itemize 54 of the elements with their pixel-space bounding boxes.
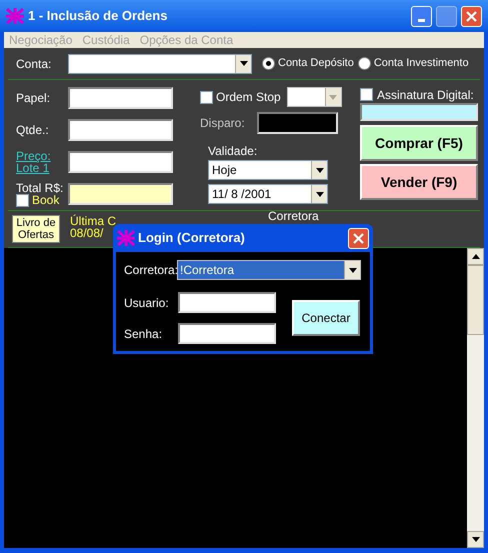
radio-button[interactable] — [358, 57, 371, 70]
user-field[interactable] — [178, 292, 276, 313]
account-dropdown[interactable] — [68, 54, 252, 74]
trigger-field[interactable] — [257, 112, 338, 134]
dialog-close-button[interactable] — [348, 228, 369, 248]
radio-button[interactable] — [262, 57, 275, 70]
price-field[interactable] — [68, 151, 173, 173]
stop-checkbox[interactable] — [200, 90, 213, 104]
lot-link[interactable]: Lote 1 — [16, 162, 50, 174]
signature-field[interactable] — [360, 103, 478, 121]
scroll-thumb[interactable] — [467, 265, 484, 335]
radio-label: Conta Investimento — [374, 56, 469, 72]
logo-icon — [117, 230, 135, 246]
scroll-down-icon[interactable] — [467, 531, 484, 548]
broker-label: Corretora — [268, 208, 319, 225]
password-field[interactable] — [178, 323, 276, 344]
window-title: 1 - Inclusão de Ordens — [28, 7, 168, 26]
connect-button[interactable]: Conectar — [292, 300, 360, 336]
validity-dropdown[interactable]: Hoje — [208, 160, 328, 180]
dialog-title: Login (Corretora) — [138, 229, 246, 248]
date-dropdown[interactable]: 11/ 8 /2001 — [208, 184, 328, 204]
quantity-label: Qtde.: — [16, 122, 50, 139]
stop-dropdown[interactable] — [286, 87, 342, 107]
total-label: Total R$: — [16, 182, 64, 194]
close-button[interactable] — [461, 6, 482, 26]
scroll-up-icon[interactable] — [467, 248, 484, 265]
signature-checkbox[interactable] — [360, 88, 373, 101]
total-field[interactable] — [68, 183, 173, 205]
validity-label: Validade: — [208, 143, 258, 160]
last-quote-label: Última C — [70, 215, 116, 227]
book-label: Book — [32, 194, 60, 206]
radio-label: Conta Depósito — [278, 56, 354, 72]
signature-label: Assinatura Digital: — [377, 86, 474, 104]
order-book-button[interactable]: Livro de Ofertas — [12, 215, 60, 243]
password-label: Senha: — [124, 326, 164, 342]
quantity-field[interactable] — [68, 119, 173, 141]
close-icon — [466, 10, 477, 22]
broker-field-label: Corretora: — [124, 262, 177, 279]
minimize-button[interactable] — [411, 6, 432, 26]
user-label: Usuario: — [124, 294, 170, 312]
last-quote-date: 08/08/ — [70, 227, 104, 239]
price-link[interactable]: Preço: — [16, 150, 51, 162]
account-label: Conta: — [16, 56, 52, 72]
sell-button[interactable]: Vender (F9) — [360, 164, 478, 200]
stop-label: Ordem Stop — [216, 89, 281, 106]
close-icon — [353, 232, 364, 244]
buy-button[interactable]: Comprar (F5) — [360, 125, 478, 161]
logo-icon — [6, 8, 24, 24]
book-checkbox[interactable] — [16, 194, 29, 206]
papel-label: Papel: — [16, 90, 52, 107]
broker-dropdown[interactable]: !Corretora — [177, 260, 361, 280]
trigger-label: Disparo: — [200, 115, 246, 132]
papel-field[interactable] — [68, 87, 173, 109]
scrollbar[interactable] — [467, 248, 484, 548]
